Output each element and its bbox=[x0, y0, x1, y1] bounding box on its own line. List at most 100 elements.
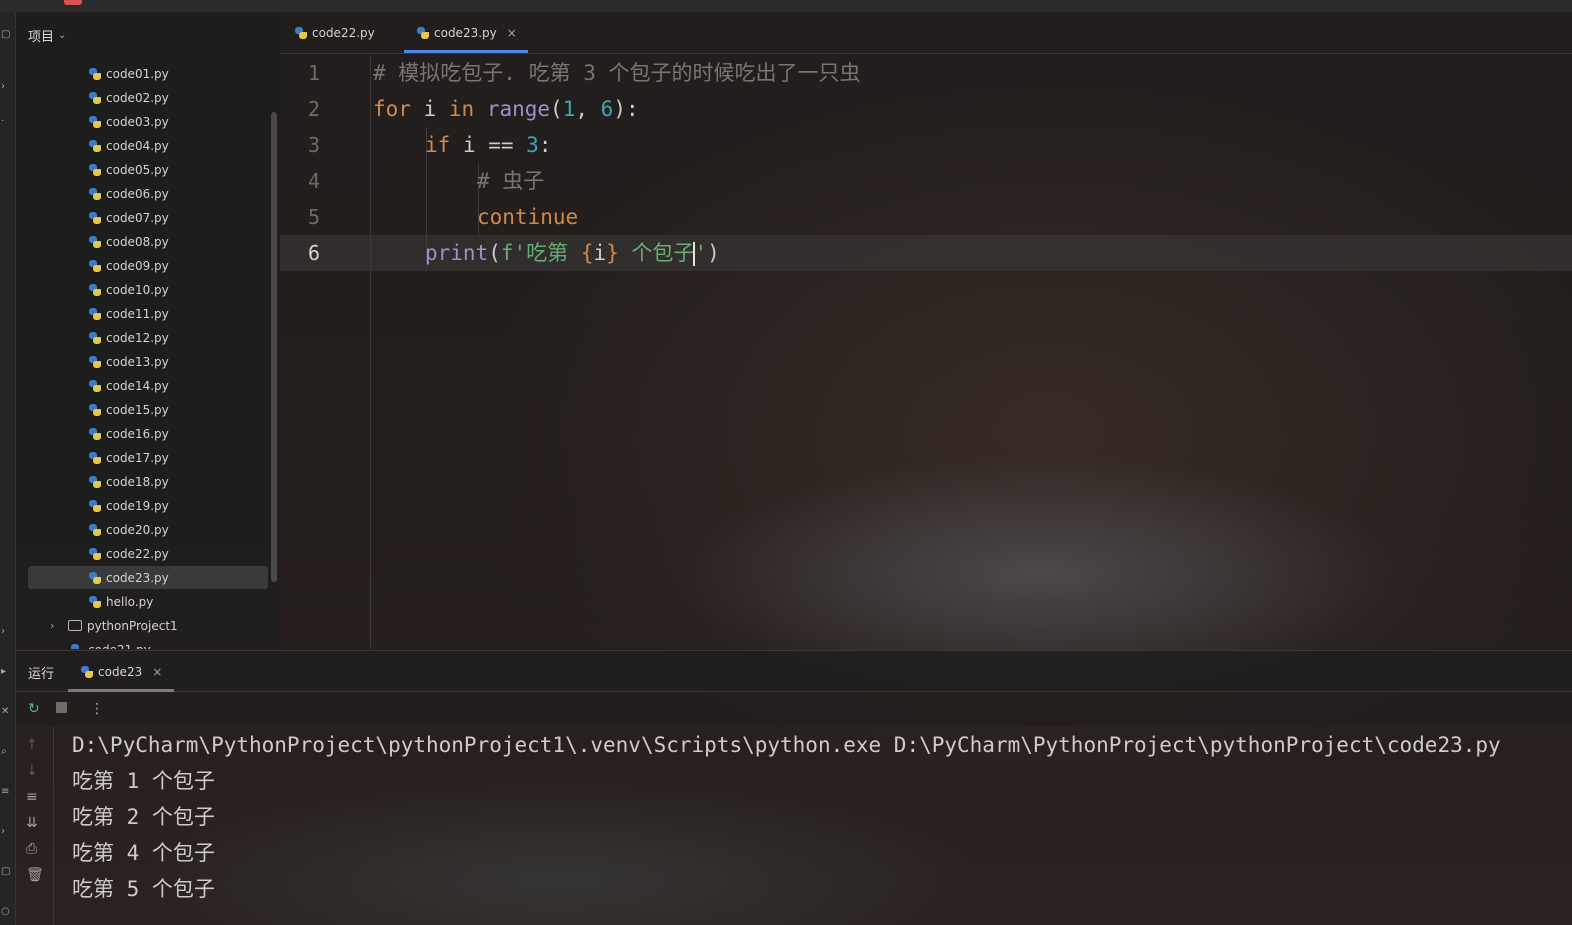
tree-item-label: code19.py bbox=[106, 498, 169, 513]
tree-item-code01[interactable]: code01.py bbox=[28, 62, 268, 85]
terminal-tool-icon[interactable]: › bbox=[1, 827, 7, 837]
tree-item-code09[interactable]: code09.py bbox=[28, 254, 268, 277]
tree-item-label: code20.py bbox=[106, 522, 169, 537]
code-comment: # 模拟吃包子. 吃第 3 个包子的时候吃出了一只虫 bbox=[373, 61, 861, 85]
tree-item-code12[interactable]: code12.py bbox=[28, 326, 268, 349]
more-options-icon[interactable]: ⋮ bbox=[90, 700, 104, 718]
string-literal: ' bbox=[694, 241, 708, 265]
python-file-icon bbox=[88, 115, 102, 129]
tree-item-code02[interactable]: code02.py bbox=[28, 86, 268, 109]
search-tool-icon[interactable]: ⌕ bbox=[1, 747, 7, 757]
keyword: in bbox=[448, 97, 475, 121]
current-code-line: 6 print(f'吃第 {i} 个包子') bbox=[280, 235, 1572, 271]
tree-item-code20[interactable]: code20.py bbox=[28, 518, 268, 541]
function-name: range bbox=[486, 97, 551, 121]
tree-item-label: code21.py bbox=[88, 643, 151, 650]
trash-icon[interactable]: 🗑 bbox=[26, 868, 44, 882]
commit-tool-icon[interactable]: › bbox=[1, 82, 7, 92]
close-icon[interactable]: × bbox=[152, 665, 162, 679]
line-number: 3 bbox=[307, 133, 320, 157]
problems-tool-icon[interactable]: ▢ bbox=[1, 867, 10, 877]
structure-tool-icon[interactable]: · bbox=[1, 117, 7, 127]
tree-item-code23[interactable]: code23.py bbox=[28, 566, 268, 589]
tree-item-code04[interactable]: code04.py bbox=[28, 134, 268, 157]
code-line: 3 if i == 3: bbox=[280, 127, 1572, 163]
tree-item-code21[interactable]: code21.py bbox=[28, 638, 268, 649]
project-title: 项目 bbox=[28, 29, 55, 45]
tree-item-code15[interactable]: code15.py bbox=[28, 398, 268, 421]
tree-item-label: code01.py bbox=[106, 66, 169, 81]
function-name: print bbox=[425, 241, 489, 265]
soft-wrap-icon[interactable]: ≡ bbox=[26, 790, 38, 804]
tab-code23[interactable]: code23.py × bbox=[404, 12, 528, 53]
tree-item-code05[interactable]: code05.py bbox=[28, 158, 268, 181]
services-tool-icon[interactable]: ○ bbox=[1, 907, 10, 917]
code-comment: # 虫子 bbox=[477, 169, 545, 193]
code-token: ( bbox=[550, 97, 563, 121]
python-file-icon bbox=[88, 475, 102, 489]
folder-icon bbox=[68, 620, 82, 631]
code-token: ( bbox=[488, 241, 501, 265]
run-tab-code23[interactable]: code23 × bbox=[68, 651, 174, 692]
rerun-icon[interactable]: ↻ bbox=[28, 700, 40, 718]
debug-tool-icon[interactable]: ✕ bbox=[1, 707, 9, 717]
line-number: 4 bbox=[307, 169, 320, 193]
python-file-icon bbox=[88, 547, 102, 561]
console-output[interactable]: D:\PyCharm\PythonProject\pythonProject1\… bbox=[72, 727, 1562, 907]
arrow-down-icon[interactable]: ↓ bbox=[26, 764, 38, 778]
python-file-icon bbox=[80, 665, 94, 679]
string-literal: f'吃第 bbox=[500, 241, 581, 265]
tree-item-code03[interactable]: code03.py bbox=[28, 110, 268, 133]
tree-item-code11[interactable]: code11.py bbox=[28, 302, 268, 325]
console-output-line: 吃第 1 个包子 bbox=[72, 769, 215, 793]
tree-item-label: code12.py bbox=[106, 330, 169, 345]
tree-item-label: code03.py bbox=[106, 114, 169, 129]
project-scrollbar[interactable] bbox=[271, 112, 277, 582]
console-side-toolbar: ↑ ↓ ≡ ⇊ ⎙ 🗑 bbox=[16, 726, 54, 925]
project-header[interactable]: 项目 ⌄ bbox=[28, 26, 66, 45]
stop-icon[interactable] bbox=[56, 702, 67, 713]
python-file-icon bbox=[88, 451, 102, 465]
tree-item-code10[interactable]: code10.py bbox=[28, 278, 268, 301]
tree-item-code17[interactable]: code17.py bbox=[28, 446, 268, 469]
python-file-icon bbox=[88, 91, 102, 105]
tree-item-label: code04.py bbox=[106, 138, 169, 153]
tree-item-code07[interactable]: code07.py bbox=[28, 206, 268, 229]
line-number: 2 bbox=[307, 97, 320, 121]
code-editor[interactable]: 1 # 模拟吃包子. 吃第 3 个包子的时候吃出了一只虫 2 for i in … bbox=[280, 55, 1572, 649]
tree-item-code06[interactable]: code06.py bbox=[28, 182, 268, 205]
python-file-icon bbox=[88, 427, 102, 441]
project-tool-icon[interactable]: ▢ bbox=[1, 30, 10, 40]
layers-tool-icon[interactable]: ≡ bbox=[1, 787, 9, 797]
tree-item-hello[interactable]: hello.py bbox=[28, 590, 268, 613]
print-icon[interactable]: ⎙ bbox=[26, 842, 37, 856]
tree-item-code19[interactable]: code19.py bbox=[28, 494, 268, 517]
code-line: 2 for i in range(1, 6): bbox=[280, 91, 1572, 127]
close-icon[interactable]: × bbox=[507, 26, 517, 40]
tree-folder-pythonProject1[interactable]: › pythonProject1 bbox=[28, 614, 268, 637]
run-tool-icon[interactable]: ▸ bbox=[1, 667, 7, 677]
tree-item-label: code09.py bbox=[106, 258, 169, 273]
tree-item-code16[interactable]: code16.py bbox=[28, 422, 268, 445]
tab-code22[interactable]: code22.py bbox=[294, 12, 394, 53]
tree-item-code13[interactable]: code13.py bbox=[28, 350, 268, 373]
python-file-icon bbox=[88, 307, 102, 321]
active-tab-indicator bbox=[404, 50, 528, 53]
line-number: 1 bbox=[307, 61, 320, 85]
line-number: 6 bbox=[307, 241, 320, 265]
tree-item-code18[interactable]: code18.py bbox=[28, 470, 268, 493]
tree-item-code22[interactable]: code22.py bbox=[28, 542, 268, 565]
tree-item-label: code15.py bbox=[106, 402, 169, 417]
tree-item-code08[interactable]: code08.py bbox=[28, 230, 268, 253]
project-panel: 项目 ⌄ code01.py code02.py code03.py code04.p… bbox=[16, 12, 280, 649]
chevron-right-icon[interactable]: › bbox=[50, 619, 62, 632]
scroll-to-end-icon[interactable]: ⇊ bbox=[26, 816, 38, 830]
arrow-up-icon[interactable]: ↑ bbox=[26, 738, 38, 752]
bookmark-tool-icon[interactable]: › bbox=[1, 627, 7, 637]
python-file-icon bbox=[88, 499, 102, 513]
number-literal: 1 bbox=[562, 97, 576, 121]
tree-item-label: code16.py bbox=[106, 426, 169, 441]
tree-item-code14[interactable]: code14.py bbox=[28, 374, 268, 397]
run-tab-label: code23 bbox=[98, 664, 143, 679]
